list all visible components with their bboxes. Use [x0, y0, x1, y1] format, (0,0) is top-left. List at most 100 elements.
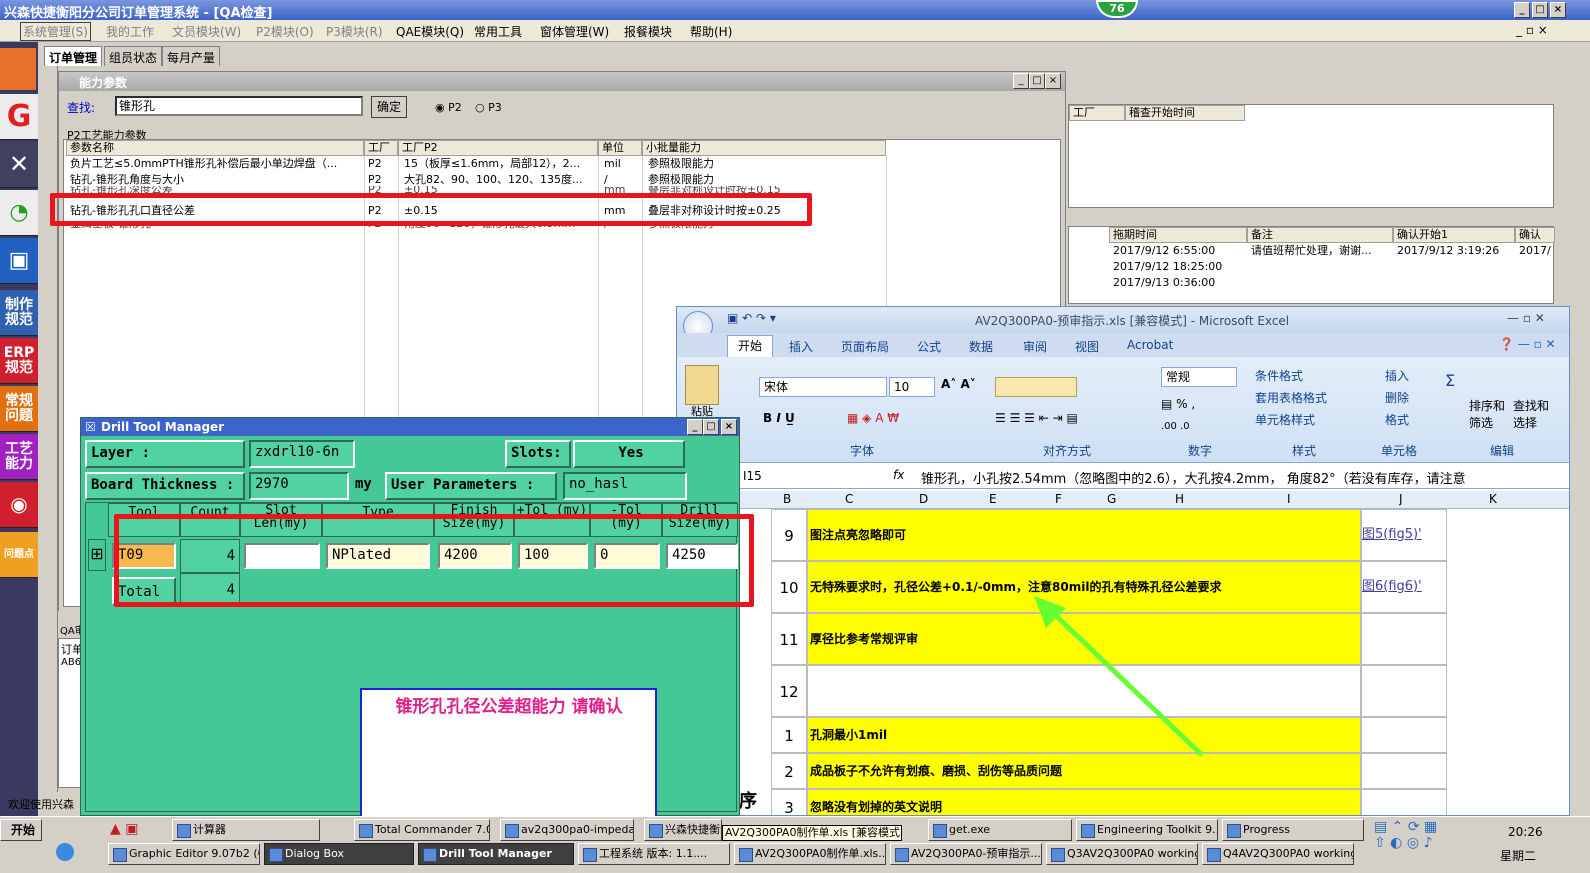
excel-window-controls[interactable]: — ▫ ✕ — [1507, 311, 1545, 325]
fill-color-icon[interactable]: ▦ ◈ A ₩ — [847, 411, 899, 425]
font-grow-icon[interactable]: A˄ A˅ — [941, 377, 976, 391]
col-header-d[interactable]: D — [919, 492, 928, 506]
font-size-select[interactable]: 10 — [889, 377, 935, 397]
task-total-commander[interactable]: Total Commander 7.0... — [354, 819, 490, 841]
task-excel-review[interactable]: AV2Q300PA0-预审指示... — [890, 843, 1042, 865]
menu-system[interactable]: 系统管理(S) — [20, 22, 91, 41]
layer-input[interactable]: zxdrl10-6n — [249, 440, 355, 468]
align-top-icon[interactable] — [995, 377, 1077, 397]
number-format-select[interactable]: 常规 — [1161, 367, 1237, 387]
col-delay-time[interactable]: 拖期时间 — [1109, 227, 1247, 243]
percent-icon[interactable]: ▤ % , — [1161, 397, 1195, 411]
confirm-button[interactable]: 确定 — [371, 96, 407, 118]
fx-icon[interactable]: fx — [893, 468, 904, 482]
ribbon-tab-insert[interactable]: 插入 — [789, 338, 813, 355]
dtm-close-button[interactable]: × — [721, 419, 737, 435]
tool-common[interactable]: 常规问题 — [0, 386, 38, 432]
expand-icon[interactable]: ⊞ — [88, 539, 106, 571]
name-box[interactable]: I15 — [739, 467, 831, 487]
ribbon-tab-view[interactable]: 视图 — [1075, 338, 1099, 355]
style-cell[interactable]: 单元格样式 — [1255, 411, 1315, 428]
task-graphic-editor[interactable]: Graphic Editor 9.07b2 (0... — [108, 843, 260, 865]
col-header-b[interactable]: B — [783, 492, 791, 506]
sum-icon[interactable]: Σ — [1445, 371, 1455, 390]
col-factory-p2[interactable]: 工厂P2 — [398, 140, 598, 156]
task-get-exe[interactable]: get.exe — [928, 819, 1072, 841]
tool-spec[interactable]: 制作规范 — [0, 290, 38, 336]
ribbon-tab-data[interactable]: 数据 — [969, 338, 993, 355]
search-input[interactable]: 锥形孔 — [115, 96, 363, 116]
task-engineering-system[interactable]: 工程系统 版本: 1.1.... — [578, 843, 730, 865]
menu-clerk[interactable]: 文员模块(W) — [172, 23, 241, 40]
menu-help[interactable]: 帮助(H) — [690, 23, 732, 40]
task-excel-production[interactable]: AV2Q300PA0制作单.xls... — [734, 843, 886, 865]
col-header-e[interactable]: E — [989, 492, 997, 506]
bold-icon[interactable]: B I U̲ — [763, 411, 795, 425]
thickness-input[interactable]: 2970 — [249, 472, 349, 500]
tab-members[interactable]: 组员状态 — [104, 46, 163, 66]
quick-access-icon[interactable]: ▣ ↶ ↷ ▾ — [727, 311, 776, 325]
gauge-icon[interactable]: ◔ — [0, 190, 38, 236]
case-icon[interactable]: ◉ — [0, 482, 38, 528]
col-audit-start[interactable]: 稽查开始时间 — [1125, 105, 1245, 121]
task-engineering-toolkit[interactable]: Engineering Toolkit 9.... — [1076, 819, 1218, 841]
ribbon-tab-home[interactable]: 开始 — [727, 335, 773, 357]
cell-format[interactable]: 格式 — [1385, 411, 1409, 428]
tool-process[interactable]: 工艺能力 — [0, 434, 38, 480]
menu-windows[interactable]: 窗体管理(W) — [540, 23, 609, 40]
menu-p2[interactable]: P2模块(O) — [256, 23, 314, 40]
task-drill-tool-manager[interactable]: Drill Tool Manager — [418, 843, 574, 865]
row-link[interactable]: 图6(fig6)' — [1361, 561, 1447, 613]
tray-icons[interactable]: ▤ ⌃ ⟳ ▦ ⇧ ◐ ◎ ♪ — [1374, 819, 1470, 869]
windows-orb-icon[interactable] — [56, 843, 74, 861]
start-button[interactable]: 开始 — [0, 819, 42, 841]
tool-erp[interactable]: ERP规范 — [0, 338, 38, 384]
mdi-controls[interactable]: _ ▫ × — [1516, 23, 1548, 37]
menu-meal[interactable]: 报餐模块 — [624, 23, 672, 40]
g-logo-icon[interactable]: G — [0, 94, 38, 140]
radio-p3[interactable]: ○ P3 — [475, 101, 502, 114]
slots-select[interactable]: Yes — [573, 440, 685, 468]
find-select-button[interactable]: 查找和选择 — [1513, 397, 1549, 431]
menu-my-work[interactable]: 我的工作 — [106, 23, 154, 40]
align-icons[interactable]: ☰ ☰ ☰ ⇤ ⇥ ▤ — [995, 411, 1078, 425]
style-conditional[interactable]: 条件格式 — [1255, 367, 1303, 384]
table-row[interactable]: 3 忽略没有划掉的英文说明 — [677, 789, 1569, 815]
tools-icon[interactable]: ✕ — [0, 142, 38, 188]
col-name[interactable]: 参数名称 — [66, 140, 364, 156]
tab-orders[interactable]: 订单管理 — [44, 46, 103, 66]
font-name-select[interactable]: 宋体 — [759, 377, 887, 397]
maximize-button[interactable]: □ — [1532, 2, 1548, 18]
ability-max-button[interactable]: □ — [1029, 73, 1045, 89]
decimal-icon[interactable]: .00 .0 — [1161, 421, 1190, 432]
task-progress[interactable]: Progress — [1222, 819, 1364, 841]
col-header-j[interactable]: J — [1399, 492, 1403, 506]
col-confirm[interactable]: 确认 — [1515, 227, 1555, 243]
dtm-max-button[interactable]: □ — [703, 419, 719, 435]
style-table[interactable]: 套用表格格式 — [1255, 389, 1327, 406]
col-header-k[interactable]: K — [1489, 492, 1497, 506]
save-icon[interactable]: ▣ — [0, 238, 38, 284]
col-header-h[interactable]: H — [1175, 492, 1184, 506]
ribbon-tab-layout[interactable]: 页面布局 — [841, 338, 889, 355]
table-row[interactable]: 9 图注点亮忽略即可 图5(fig5)' — [677, 509, 1569, 561]
radio-p2[interactable]: ◉ P2 — [435, 101, 462, 114]
paste-icon[interactable] — [685, 365, 719, 405]
minimize-button[interactable]: _ — [1514, 2, 1530, 18]
help-icon[interactable]: ❓ — ▫ ✕ — [1499, 337, 1556, 351]
menu-p3[interactable]: P3模块(R) — [326, 23, 383, 40]
dtm-min-button[interactable]: _ — [687, 419, 703, 435]
task-q4-working[interactable]: Q4AV2Q300PA0 working... — [1202, 843, 1354, 865]
col-header-f[interactable]: F — [1055, 492, 1062, 506]
task-calculator[interactable]: 计算器 — [172, 819, 320, 841]
quick-launch-icons[interactable]: ▲ ▣ — [110, 821, 170, 839]
col-small-batch[interactable]: 小批量能力 — [642, 140, 886, 156]
task-dialog-box[interactable]: Dialog Box — [264, 843, 414, 865]
tab-monthly[interactable]: 每月产量 — [162, 46, 221, 66]
cell-insert[interactable]: 插入 — [1385, 367, 1409, 384]
user-param-input[interactable]: no_hasl — [563, 472, 687, 500]
close-button[interactable]: × — [1550, 2, 1566, 18]
col-remark[interactable]: 备注 — [1247, 227, 1393, 243]
col-header-i[interactable]: I — [1287, 492, 1291, 506]
row-link[interactable]: 图5(fig5)' — [1361, 509, 1447, 561]
